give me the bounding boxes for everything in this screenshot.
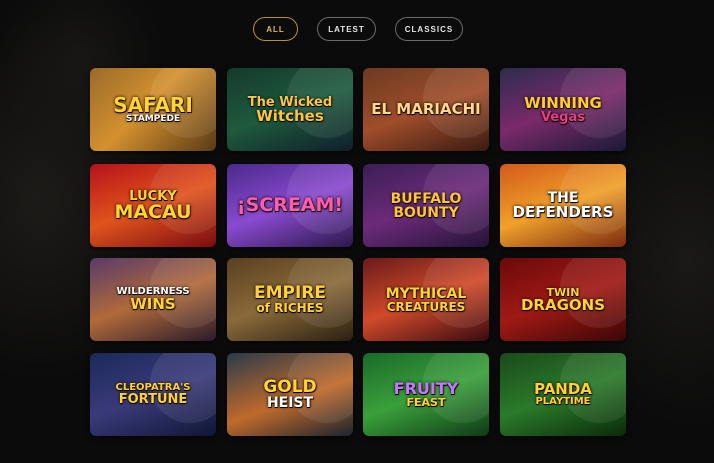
game-tile[interactable]: LUCKY MACAU	[90, 164, 216, 247]
game-title-line1: SAFARI	[113, 93, 193, 117]
game-logo: The Wicked Witches	[231, 68, 349, 151]
game-tile[interactable]: TWIN DRAGONS	[500, 258, 626, 341]
game-title-line1: GOLD	[263, 377, 317, 397]
game-title-line2: WINS	[130, 295, 176, 313]
game-tile[interactable]: WINNING Vegas	[500, 68, 626, 151]
game-tile[interactable]: THE DEFENDERS	[500, 164, 626, 247]
game-tile[interactable]: CLEOPATRA'S FORTUNE	[90, 353, 216, 436]
game-grid: SAFARI STAMPEDE The Wicked Witches EL MARIAC…	[0, 0, 714, 463]
game-logo: FRUITY FEAST	[367, 353, 485, 436]
game-tile[interactable]: FRUITY FEAST	[363, 353, 489, 436]
game-logo: EMPIRE of RICHES	[231, 258, 349, 341]
game-tile[interactable]: SAFARI STAMPEDE	[90, 68, 216, 151]
game-tile[interactable]: WILDERNESS WINS	[90, 258, 216, 341]
game-logo: EL MARIACHI	[367, 68, 485, 151]
game-title-line2: PLAYTIME	[535, 396, 591, 407]
game-title-line2: DRAGONS	[520, 295, 606, 314]
game-logo: BUFFALO BOUNTY	[367, 164, 485, 247]
game-tile[interactable]: ¡SCREAM!	[227, 164, 353, 247]
game-tile[interactable]: BUFFALO BOUNTY	[363, 164, 489, 247]
game-logo: LUCKY MACAU	[94, 164, 212, 247]
game-logo: WILDERNESS WINS	[94, 258, 212, 341]
game-title-line1: WINNING	[524, 93, 602, 112]
game-logo: SAFARI STAMPEDE	[94, 68, 212, 151]
game-title-line2: Vegas	[541, 109, 585, 125]
game-title-line2: STAMPEDE	[125, 114, 181, 124]
game-title-line2: Witches	[256, 106, 324, 125]
game-tile[interactable]: The Wicked Witches	[227, 68, 353, 151]
game-title-line2: CREATURES	[386, 299, 466, 314]
game-title-line1: EMPIRE	[253, 283, 327, 303]
game-title-line1: PANDA	[534, 380, 592, 398]
game-title-line2: HEIST	[266, 395, 314, 411]
game-logo: WINNING Vegas	[504, 68, 622, 151]
game-tile[interactable]: EL MARIACHI	[363, 68, 489, 151]
game-title-line2: FORTUNE	[118, 392, 188, 407]
game-tile[interactable]: EMPIRE of RICHES	[227, 258, 353, 341]
game-title-line1: FRUITY	[393, 379, 459, 398]
game-title-line2: DEFENDERS	[512, 203, 614, 221]
game-title-line2: EL MARIACHI	[371, 100, 481, 118]
game-title-line1: MYTHICAL	[385, 285, 467, 302]
game-logo: PANDA PLAYTIME	[504, 353, 622, 436]
game-logo: CLEOPATRA'S FORTUNE	[94, 353, 212, 436]
game-title-line2: of RICHES	[256, 301, 324, 315]
game-logo: ¡SCREAM!	[231, 164, 349, 247]
game-logo: TWIN DRAGONS	[504, 258, 622, 341]
game-logo: THE DEFENDERS	[504, 164, 622, 247]
game-tile[interactable]: GOLD HEIST	[227, 353, 353, 436]
game-logo: MYTHICAL CREATURES	[367, 258, 485, 341]
game-title-line2: MACAU	[114, 200, 192, 223]
game-title-line1: BUFFALO	[390, 190, 462, 207]
game-tile[interactable]: PANDA PLAYTIME	[500, 353, 626, 436]
game-title-line1: ¡SCREAM!	[236, 194, 344, 216]
game-title-line2: BOUNTY	[393, 204, 459, 221]
game-tile[interactable]: MYTHICAL CREATURES	[363, 258, 489, 341]
game-logo: GOLD HEIST	[231, 353, 349, 436]
game-title-line2: FEAST	[406, 396, 446, 409]
